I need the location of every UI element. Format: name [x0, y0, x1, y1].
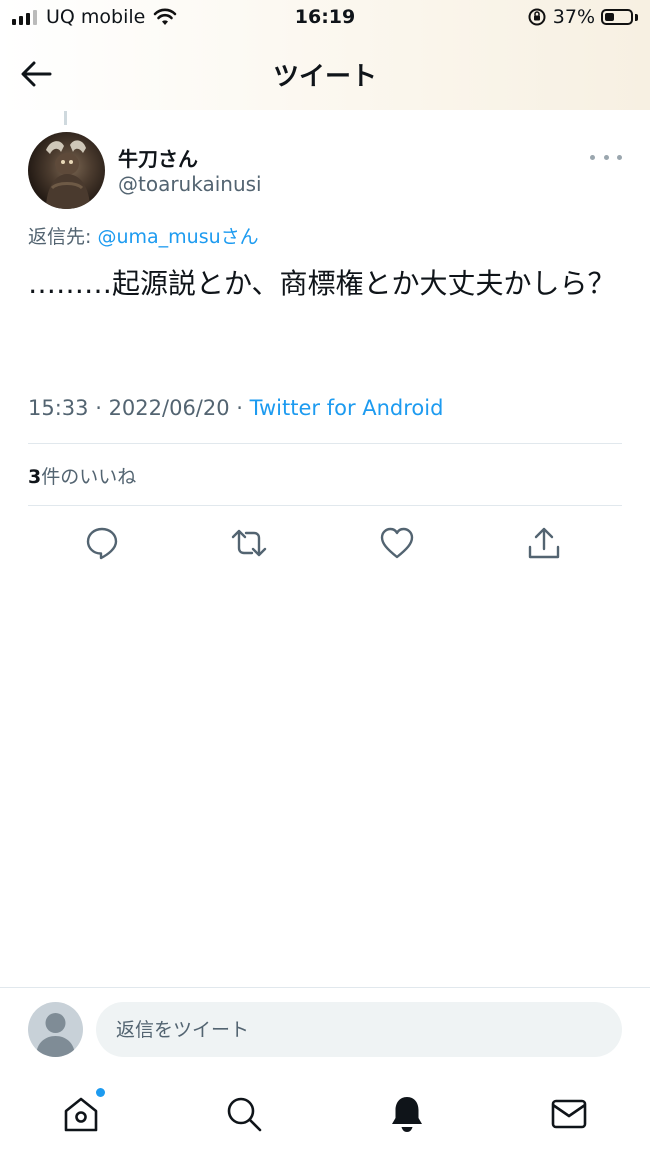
- default-avatar-icon: [36, 1013, 75, 1057]
- status-bar: UQ mobile 16:19 37%: [0, 0, 650, 38]
- bottom-tab-bar: [0, 1080, 650, 1146]
- likes-summary[interactable]: 3件のいいね: [28, 462, 136, 489]
- tab-home[interactable]: [59, 1088, 105, 1136]
- divider: [28, 505, 622, 506]
- tab-search[interactable]: [222, 1092, 266, 1136]
- author-avatar[interactable]: [28, 132, 105, 209]
- tweet-time[interactable]: 15:33: [28, 396, 89, 420]
- share-icon: [528, 527, 560, 559]
- thread-connector-line: [64, 111, 67, 125]
- battery-icon: [601, 9, 633, 25]
- likes-label: 件のいいね: [41, 466, 137, 488]
- home-notification-dot: [96, 1088, 105, 1097]
- more-dot-icon: [617, 154, 622, 160]
- tweet-meta: 15:33 · 2022/06/20 · Twitter for Android: [28, 396, 443, 420]
- tab-messages[interactable]: [547, 1092, 591, 1136]
- tweet-actions: [0, 520, 650, 566]
- reply-to-mention-link[interactable]: @uma_musuさん: [97, 226, 258, 248]
- battery-percent: 37%: [552, 6, 595, 28]
- tweet-source-link[interactable]: Twitter for Android: [250, 396, 444, 420]
- battery-level-fill: [605, 13, 614, 21]
- comment-icon: [86, 527, 118, 560]
- home-icon: [64, 1097, 98, 1132]
- reply-tweet-input[interactable]: [96, 1002, 622, 1057]
- heart-icon: [380, 527, 414, 559]
- composer-divider: [0, 987, 650, 988]
- more-dot-icon: [603, 154, 609, 160]
- bell-icon: [392, 1097, 422, 1132]
- likes-count: 3: [28, 466, 42, 488]
- author-name[interactable]: 牛刀さん: [118, 143, 198, 172]
- tweet-text: ………起源説とか、商標権とか大丈夫かしら？: [28, 267, 616, 300]
- share-action-button[interactable]: [521, 520, 567, 566]
- retweet-icon: [231, 529, 267, 557]
- reply-action-button[interactable]: [79, 520, 125, 566]
- tab-notifications[interactable]: [385, 1092, 429, 1136]
- retweet-action-button[interactable]: [226, 520, 272, 566]
- meta-separator: ·: [229, 396, 250, 420]
- reply-to-label: 返信先:: [28, 226, 98, 248]
- search-icon: [227, 1097, 262, 1132]
- meta-separator: ·: [88, 396, 109, 420]
- user-avatar[interactable]: [28, 1002, 83, 1057]
- more-dot-icon: [590, 154, 595, 160]
- reply-to-line: 返信先: @uma_musuさん: [28, 222, 259, 249]
- author-handle[interactable]: @toarukainusi: [118, 172, 262, 196]
- status-right: 37%: [527, 6, 638, 28]
- orientation-lock-icon: [528, 8, 546, 26]
- page-title: ツイート: [272, 62, 377, 92]
- top-nav: ツイート: [0, 38, 650, 110]
- like-action-button[interactable]: [374, 520, 420, 566]
- avatar-image: [46, 140, 90, 209]
- tweet-date[interactable]: 2022/06/20: [109, 396, 230, 420]
- battery-tip: [635, 13, 638, 21]
- divider: [28, 443, 622, 444]
- more-options-button[interactable]: [590, 150, 622, 164]
- mail-icon: [551, 1099, 587, 1129]
